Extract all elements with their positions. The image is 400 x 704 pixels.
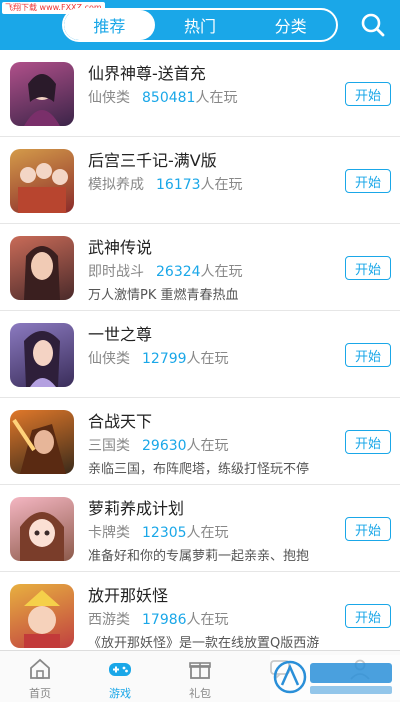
- game-title: 萝莉养成计划: [88, 499, 185, 518]
- start-button[interactable]: 开始: [345, 430, 391, 454]
- game-description: 万人激情PK 重燃青春热血: [88, 288, 239, 303]
- nav-gift-label: 礼包: [189, 687, 211, 700]
- tab-hot[interactable]: 热门: [155, 10, 246, 40]
- gift-icon: [188, 657, 212, 681]
- game-description: 准备好和你的专属萝莉一起亲亲、抱抱: [88, 549, 310, 564]
- game-description: 《放开那妖怪》是一款在线放置Q版西游: [88, 636, 320, 650]
- game-description: 亲临三国，布阵爬塔，练级打怪玩不停: [88, 462, 310, 477]
- game-title: 合战天下: [88, 412, 153, 431]
- game-title: 一世之尊: [88, 325, 153, 344]
- list-item[interactable]: 放开那妖怪 西游类 17986人在玩 《放开那妖怪》是一款在线放置Q版西游 开始: [0, 572, 400, 650]
- list-item[interactable]: 一世之尊 仙侠类 12799人在玩 开始: [0, 311, 400, 398]
- player-count: 17986: [142, 612, 187, 628]
- game-meta: 西游类 17986人在玩: [88, 609, 229, 629]
- tab-recommend[interactable]: 推荐: [64, 10, 155, 40]
- nav-games-label: 游戏: [109, 687, 131, 700]
- game-meta: 模拟养成 16173人在玩: [88, 174, 243, 194]
- game-title: 武神传说: [88, 238, 153, 257]
- nav-games[interactable]: 游戏: [80, 651, 160, 703]
- player-suffix: 人在玩: [186, 438, 229, 454]
- nav-gift[interactable]: 礼包: [160, 651, 240, 703]
- player-suffix: 人在玩: [200, 264, 243, 280]
- game-meta: 仙侠类 12799人在玩: [88, 348, 229, 368]
- game-category: 仙侠类: [88, 90, 130, 106]
- player-suffix: 人在玩: [186, 351, 229, 367]
- list-item[interactable]: 后宫三千记-满V版 模拟养成 16173人在玩 开始: [0, 137, 400, 224]
- top-bar: 飞翔下载 www.FXXZ.com 推荐 热门 分类: [0, 0, 400, 50]
- player-count: 12799: [142, 351, 187, 367]
- list-item[interactable]: 萝莉养成计划 卡牌类 12305人在玩 准备好和你的专属萝莉一起亲亲、抱抱 开始: [0, 485, 400, 572]
- game-list: 仙界神尊-送首充 仙侠类 850481人在玩 开始 后宫三千记-满V版 模拟养成 1…: [0, 50, 400, 650]
- game-icon: [10, 323, 74, 387]
- game-title: 仙界神尊-送首充: [88, 64, 206, 83]
- start-button[interactable]: 开始: [345, 82, 391, 106]
- player-suffix: 人在玩: [186, 525, 229, 541]
- game-category: 三国类: [88, 438, 130, 454]
- game-meta: 卡牌类 12305人在玩: [88, 522, 229, 542]
- tab-switcher: 推荐 热门 分类: [62, 8, 338, 42]
- player-count: 16173: [156, 177, 201, 193]
- player-suffix: 人在玩: [186, 612, 229, 628]
- player-count: 26324: [156, 264, 201, 280]
- gamepad-icon: [108, 657, 132, 681]
- game-icon: [10, 497, 74, 561]
- search-icon[interactable]: [360, 12, 386, 38]
- start-button[interactable]: 开始: [345, 256, 391, 280]
- nav-home[interactable]: 首页: [0, 651, 80, 703]
- list-item[interactable]: 武神传说 即时战斗 26324人在玩 万人激情PK 重燃青春热血 开始: [0, 224, 400, 311]
- list-item[interactable]: 合战天下 三国类 29630人在玩 亲临三国，布阵爬塔，练级打怪玩不停 开始: [0, 398, 400, 485]
- player-count: 29630: [142, 438, 187, 454]
- player-suffix: 人在玩: [200, 177, 243, 193]
- start-button[interactable]: 开始: [345, 604, 391, 628]
- home-icon: [28, 657, 52, 681]
- player-count: 12305: [142, 525, 187, 541]
- game-meta: 三国类 29630人在玩: [88, 435, 229, 455]
- game-icon: [10, 236, 74, 300]
- game-icon: [10, 410, 74, 474]
- game-icon: [10, 584, 74, 648]
- nav-home-label: 首页: [29, 687, 51, 700]
- tab-category[interactable]: 分类: [245, 10, 336, 40]
- player-suffix: 人在玩: [195, 90, 238, 106]
- game-icon: [10, 62, 74, 126]
- watermark-logo: [270, 655, 400, 700]
- start-button[interactable]: 开始: [345, 517, 391, 541]
- start-button[interactable]: 开始: [345, 343, 391, 367]
- game-category: 模拟养成: [88, 177, 144, 193]
- start-button[interactable]: 开始: [345, 169, 391, 193]
- game-meta: 仙侠类 850481人在玩: [88, 87, 237, 107]
- game-category: 卡牌类: [88, 525, 130, 541]
- game-category: 仙侠类: [88, 351, 130, 367]
- game-meta: 即时战斗 26324人在玩: [88, 261, 243, 281]
- game-category: 即时战斗: [88, 264, 144, 280]
- game-title: 后宫三千记-满V版: [88, 151, 217, 170]
- player-count: 850481: [142, 90, 196, 106]
- game-title: 放开那妖怪: [88, 586, 169, 605]
- game-category: 西游类: [88, 612, 130, 628]
- game-icon: [10, 149, 74, 213]
- list-item[interactable]: 仙界神尊-送首充 仙侠类 850481人在玩 开始: [0, 50, 400, 137]
